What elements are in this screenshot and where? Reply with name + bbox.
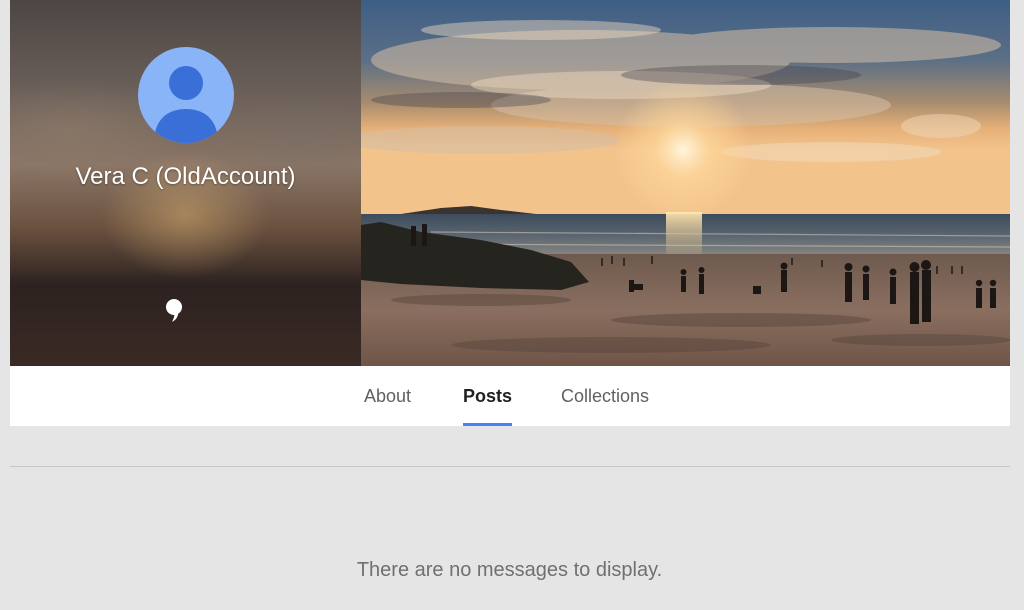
quote-icon bbox=[166, 299, 182, 322]
tab-label: Posts bbox=[463, 386, 513, 406]
profile-tabs: About Posts Collections bbox=[10, 366, 1010, 426]
tab-collections[interactable]: Collections bbox=[561, 366, 649, 426]
tab-label: About bbox=[364, 386, 412, 406]
tab-about[interactable]: About bbox=[364, 366, 411, 426]
avatar[interactable] bbox=[138, 47, 234, 143]
person-icon bbox=[154, 66, 218, 143]
active-tab-indicator bbox=[463, 423, 512, 426]
cover-photo bbox=[361, 0, 1010, 366]
profile-name: Vera C (OldAccount) bbox=[75, 163, 296, 190]
tab-label: Collections bbox=[561, 386, 650, 406]
profile-info-panel: Vera C (OldAccount) bbox=[10, 0, 361, 366]
profile-page: Vera C (OldAccount) About Posts Collecti… bbox=[0, 0, 1024, 610]
section-divider bbox=[10, 466, 1010, 467]
empty-posts-message: There are no messages to display. bbox=[356, 559, 663, 581]
tab-posts[interactable]: Posts bbox=[463, 366, 512, 426]
profile-header-card: Vera C (OldAccount) About Posts Collecti… bbox=[10, 0, 1010, 426]
